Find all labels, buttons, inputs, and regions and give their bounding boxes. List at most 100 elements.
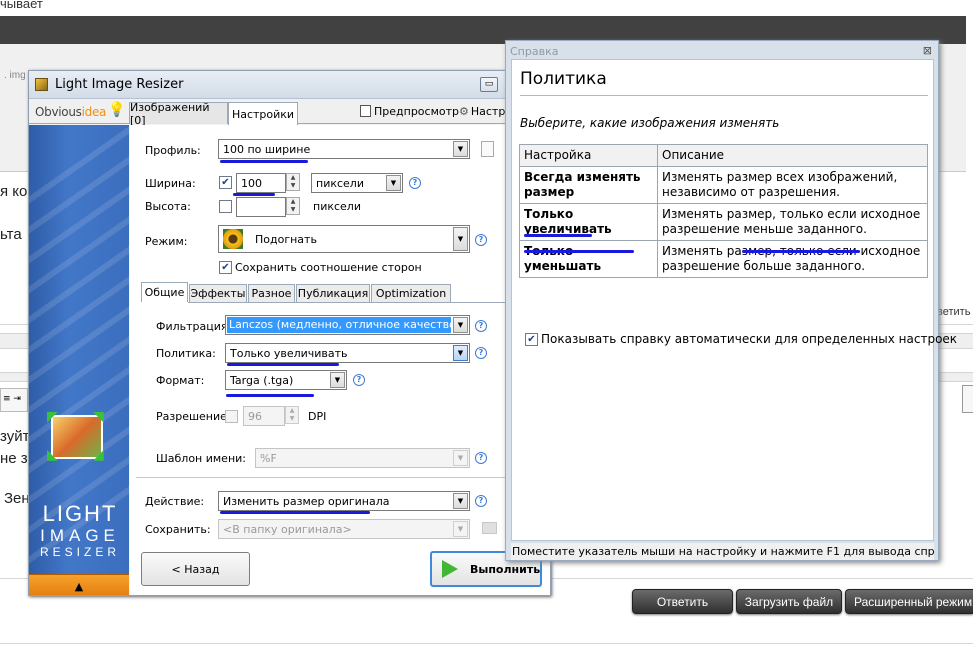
- play-icon: [442, 560, 458, 578]
- resolution-input[interactable]: 96: [243, 406, 285, 426]
- help-icon[interactable]: ?: [475, 320, 487, 332]
- minimize-icon[interactable]: ▭: [480, 77, 498, 92]
- help-window: Справка ⊠ Политика Выберите, какие изобр…: [505, 40, 957, 561]
- help-icon[interactable]: ?: [475, 452, 487, 464]
- arrow-bottom-left-icon: ◣: [47, 447, 58, 463]
- lir-window-title: Light Image Resizer: [55, 77, 184, 92]
- chevron-down-icon: ▼: [386, 175, 401, 191]
- filter-select[interactable]: Lanczos (медленно, отличное качество) ▼: [225, 315, 470, 335]
- help-heading: Политика: [520, 69, 607, 89]
- resolution-unit-label: DPI: [308, 410, 327, 423]
- help-icon[interactable]: ?: [353, 374, 365, 386]
- table-cell-description: Изменять размер всех изображений, незави…: [657, 166, 928, 204]
- profile-select[interactable]: 100 по ширине ▼: [218, 139, 470, 159]
- profile-label: Профиль:: [145, 144, 201, 157]
- folder-icon[interactable]: [482, 522, 497, 534]
- filter-label: Фильтрация:: [156, 320, 232, 333]
- collapse-panel-button[interactable]: ▲: [29, 574, 129, 595]
- bg-fragment-5: Зен: [4, 490, 30, 507]
- policy-table: Настройка Описание Всегда изменять разме…: [519, 144, 928, 278]
- width-label: Ширина:: [145, 177, 196, 190]
- bg-fragment-2: ьта: [0, 226, 22, 243]
- editor-toolbar-fragment[interactable]: ≡ ⇥: [0, 388, 28, 412]
- bg-reply-fragment[interactable]: ветить: [937, 306, 970, 318]
- annotation-underline: [524, 250, 634, 253]
- lir-title-bar[interactable]: Light Image Resizer ▭: [29, 71, 550, 99]
- back-button[interactable]: < Назад: [141, 552, 250, 586]
- settings-panel: Профиль: 100 по ширине ▼ Ширина: ✔ 100 ▲…: [130, 125, 550, 595]
- width-input[interactable]: 100: [236, 173, 286, 193]
- table-cell-description: Изменять размер, только если исходное ра…: [657, 203, 928, 241]
- action-select[interactable]: Изменить размер оригинала ▼: [218, 491, 470, 511]
- brand-side-panel: ◤ ◥ ◣ ◢ LIGHT IMAGE RESIZER: [29, 125, 129, 595]
- help-status-bar: Поместите указатель мыши на настройку и …: [511, 543, 934, 560]
- mode-label: Режим:: [145, 235, 188, 248]
- chevron-down-icon: ▼: [453, 493, 468, 509]
- chevron-down-icon: ▼: [453, 450, 468, 466]
- auto-show-help-checkbox[interactable]: ✔: [525, 333, 538, 346]
- subtab-general[interactable]: Общие: [141, 282, 188, 302]
- annotation-underline: [233, 193, 275, 196]
- annotation-underline: [220, 511, 370, 514]
- subtab-misc[interactable]: Разное: [248, 284, 295, 302]
- reply-button[interactable]: Ответить: [632, 589, 733, 614]
- subtab-bar: Общие Эффекты Разное Публикация Optimiza…: [141, 282, 546, 304]
- subtab-publication[interactable]: Публикация: [296, 284, 370, 302]
- height-spinner[interactable]: ▲ ▼: [286, 197, 300, 215]
- help-icon[interactable]: ?: [409, 177, 421, 189]
- help-icon[interactable]: ?: [475, 234, 487, 246]
- resolution-label: Разрешение:: [156, 410, 231, 423]
- resolution-spinner[interactable]: ▲ ▼: [285, 406, 299, 424]
- table-cell-setting: Только уменьшать: [519, 240, 658, 278]
- help-icon[interactable]: ?: [475, 347, 487, 359]
- brand-image: IMAGE: [40, 526, 120, 545]
- arrow-top-right-icon: ◥: [93, 409, 104, 425]
- help-icon[interactable]: ?: [475, 495, 487, 507]
- annotation-underline: [226, 394, 314, 397]
- mode-select[interactable]: Подогнать ▼: [218, 225, 470, 253]
- settings-menu-button[interactable]: ⚙ Настр: [459, 105, 505, 118]
- obviousidea-logo: Obviousidea: [35, 105, 107, 119]
- resolution-checkbox[interactable]: [225, 410, 238, 423]
- bg-divider-3: [0, 643, 973, 644]
- width-unit-select[interactable]: пиксели ▼: [311, 173, 403, 193]
- new-profile-icon[interactable]: [481, 141, 494, 157]
- advanced-mode-button[interactable]: Расширенный режим: [845, 589, 973, 614]
- app-icon: [35, 78, 48, 91]
- format-select[interactable]: Targa (.tga) ▼: [225, 370, 347, 390]
- height-checkbox[interactable]: [219, 200, 232, 213]
- editor-toolbar-right[interactable]: [962, 385, 973, 413]
- policy-select[interactable]: Только увеличивать ▼: [225, 343, 470, 363]
- width-spinner[interactable]: ▲ ▼: [286, 173, 300, 191]
- height-input[interactable]: [236, 197, 286, 217]
- height-unit-label: пиксели: [313, 200, 361, 213]
- table-header-description: Описание: [657, 144, 928, 167]
- close-icon[interactable]: ⊠: [923, 44, 932, 57]
- sunflower-icon: [223, 229, 243, 249]
- keep-ratio-label: Сохранить соотношение сторон: [235, 261, 422, 274]
- brand-light: LIGHT: [42, 501, 118, 526]
- help-window-title: Справка: [510, 45, 559, 58]
- chevron-down-icon: ▼: [453, 227, 468, 251]
- preview-icon: [360, 105, 371, 117]
- lir-tab-bar: Obviousidea 💡 Изображений [0] Настройки …: [29, 99, 550, 127]
- name-template-label: Шаблон имени:: [156, 452, 246, 465]
- action-label: Действие:: [145, 495, 205, 508]
- policy-label: Политика:: [156, 347, 216, 360]
- arrow-top-left-icon: ◤: [47, 409, 58, 425]
- keep-ratio-checkbox[interactable]: ✔: [219, 261, 232, 274]
- subtab-optimization[interactable]: Optimization: [371, 284, 451, 302]
- tab-images[interactable]: Изображений [0]: [129, 101, 228, 127]
- preview-button[interactable]: Предпросмотр: [360, 105, 459, 118]
- subtab-effects[interactable]: Эффекты: [189, 284, 247, 302]
- save-location-select[interactable]: <В папку оригинала> ▼: [218, 519, 470, 539]
- heading-divider: [520, 95, 928, 96]
- name-template-input[interactable]: %F ▼: [255, 448, 470, 468]
- annotation-underline: [524, 234, 592, 237]
- table-header-setting: Настройка: [519, 144, 658, 167]
- width-checkbox[interactable]: ✔: [219, 176, 232, 189]
- arrow-bottom-right-icon: ◢: [93, 447, 104, 463]
- bg-fragment-3: зуйт: [0, 428, 30, 445]
- tab-settings[interactable]: Настройки: [228, 102, 298, 125]
- upload-file-button[interactable]: Загрузить файл: [736, 589, 842, 614]
